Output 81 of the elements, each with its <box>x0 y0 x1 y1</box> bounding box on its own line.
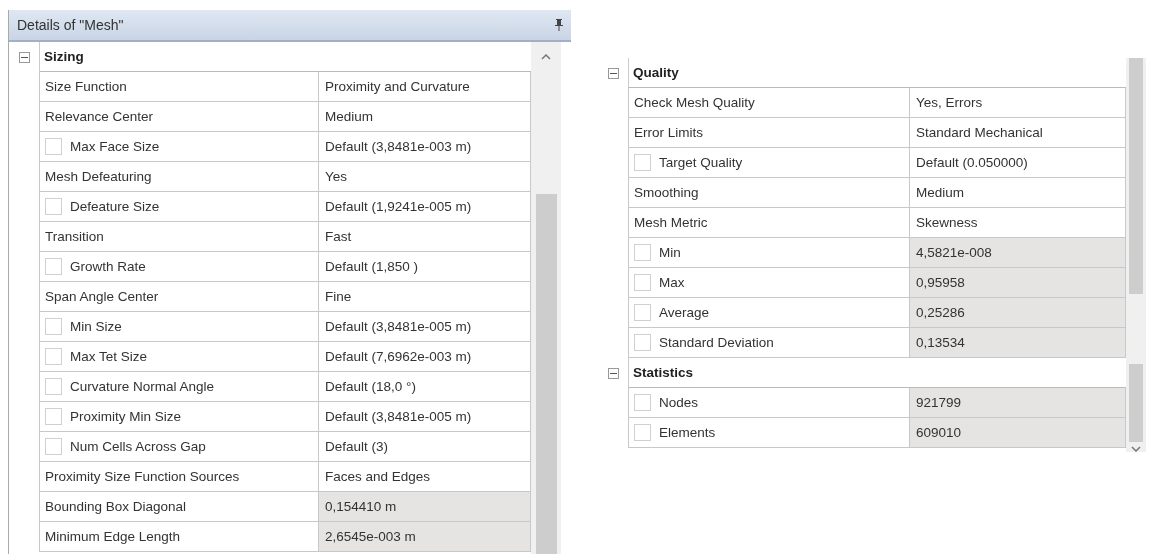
collapse-icon[interactable] <box>607 367 619 379</box>
scroll-up-icon[interactable] <box>541 54 551 60</box>
property-name: Mesh Metric <box>628 208 910 238</box>
property-name: Average <box>628 298 910 328</box>
property-value: 609010 <box>910 418 1126 448</box>
property-name: Size Function <box>39 72 319 102</box>
checkbox[interactable] <box>45 198 62 215</box>
checkbox[interactable] <box>45 348 62 365</box>
property-value: Default (3,8481e-003 m) <box>319 132 531 162</box>
panel-title: Details of "Mesh" <box>17 17 124 33</box>
collapse-icon[interactable] <box>18 51 30 63</box>
property-value: 0,13534 <box>910 328 1126 358</box>
scrollbar-thumb[interactable] <box>1129 364 1143 442</box>
property-name: Target Quality <box>628 148 910 178</box>
property-value: Default (3,8481e-005 m) <box>319 402 531 432</box>
checkbox[interactable] <box>634 274 651 291</box>
property-value: Skewness <box>910 208 1126 238</box>
property-value: Medium <box>910 178 1126 208</box>
property-value: Default (3) <box>319 432 531 462</box>
property-name: Smoothing <box>628 178 910 208</box>
property-name: Max Tet Size <box>39 342 319 372</box>
property-value: Fine <box>319 282 531 312</box>
property-name: Check Mesh Quality <box>628 88 910 118</box>
property-value: 2,6545e-003 m <box>319 522 531 552</box>
checkbox[interactable] <box>634 394 651 411</box>
property-value: Faces and Edges <box>319 462 531 492</box>
scrollbar-thumb[interactable] <box>535 194 557 554</box>
checkbox[interactable] <box>45 318 62 335</box>
property-value: Fast <box>319 222 531 252</box>
collapse-icon[interactable] <box>607 67 619 79</box>
property-name: Bounding Box Diagonal <box>39 492 319 522</box>
checkbox[interactable] <box>634 154 651 171</box>
pin-icon[interactable] <box>555 19 563 31</box>
property-name: Span Angle Center <box>39 282 319 312</box>
scrollbar[interactable] <box>531 42 561 554</box>
property-name: Minimum Edge Length <box>39 522 319 552</box>
property-value: Yes <box>319 162 531 192</box>
property-name: Max <box>628 268 910 298</box>
property-value: Medium <box>319 102 531 132</box>
property-name: Nodes <box>628 388 910 418</box>
property-value: Default (3,8481e-005 m) <box>319 312 531 342</box>
property-name: Transition <box>39 222 319 252</box>
scrollbar[interactable] <box>1126 58 1146 452</box>
checkbox[interactable] <box>634 424 651 441</box>
property-name: Curvature Normal Angle <box>39 372 319 402</box>
property-name: Defeature Size <box>39 192 319 222</box>
checkbox[interactable] <box>634 334 651 351</box>
scroll-down-icon[interactable] <box>1131 446 1141 452</box>
checkbox[interactable] <box>634 304 651 321</box>
property-value: Default (1,850 ) <box>319 252 531 282</box>
checkbox[interactable] <box>634 244 651 261</box>
property-value: 0,25286 <box>910 298 1126 328</box>
property-name: Num Cells Across Gap <box>39 432 319 462</box>
property-value: Proximity and Curvature <box>319 72 531 102</box>
property-value: Default (0.050000) <box>910 148 1126 178</box>
checkbox[interactable] <box>45 258 62 275</box>
property-value: Default (1,9241e-005 m) <box>319 192 531 222</box>
property-name: Error Limits <box>628 118 910 148</box>
property-name: Proximity Min Size <box>39 402 319 432</box>
property-name: Elements <box>628 418 910 448</box>
property-name: Standard Deviation <box>628 328 910 358</box>
property-name: Max Face Size <box>39 132 319 162</box>
property-value: Yes, Errors <box>910 88 1126 118</box>
checkbox[interactable] <box>45 378 62 395</box>
property-name: Relevance Center <box>39 102 319 132</box>
property-name: Proximity Size Function Sources <box>39 462 319 492</box>
property-name: Mesh Defeaturing <box>39 162 319 192</box>
property-value: Standard Mechanical <box>910 118 1126 148</box>
property-value: 0,95958 <box>910 268 1126 298</box>
scrollbar-thumb[interactable] <box>1129 58 1143 294</box>
property-value: Default (7,6962e-003 m) <box>319 342 531 372</box>
checkbox[interactable] <box>45 408 62 425</box>
property-name: Min <box>628 238 910 268</box>
property-value: 0,154410 m <box>319 492 531 522</box>
checkbox[interactable] <box>45 438 62 455</box>
property-value: 921799 <box>910 388 1126 418</box>
property-name: Growth Rate <box>39 252 319 282</box>
property-value: 4,5821e-008 <box>910 238 1126 268</box>
checkbox[interactable] <box>45 138 62 155</box>
property-name: Min Size <box>39 312 319 342</box>
property-value: Default (18,0 °) <box>319 372 531 402</box>
